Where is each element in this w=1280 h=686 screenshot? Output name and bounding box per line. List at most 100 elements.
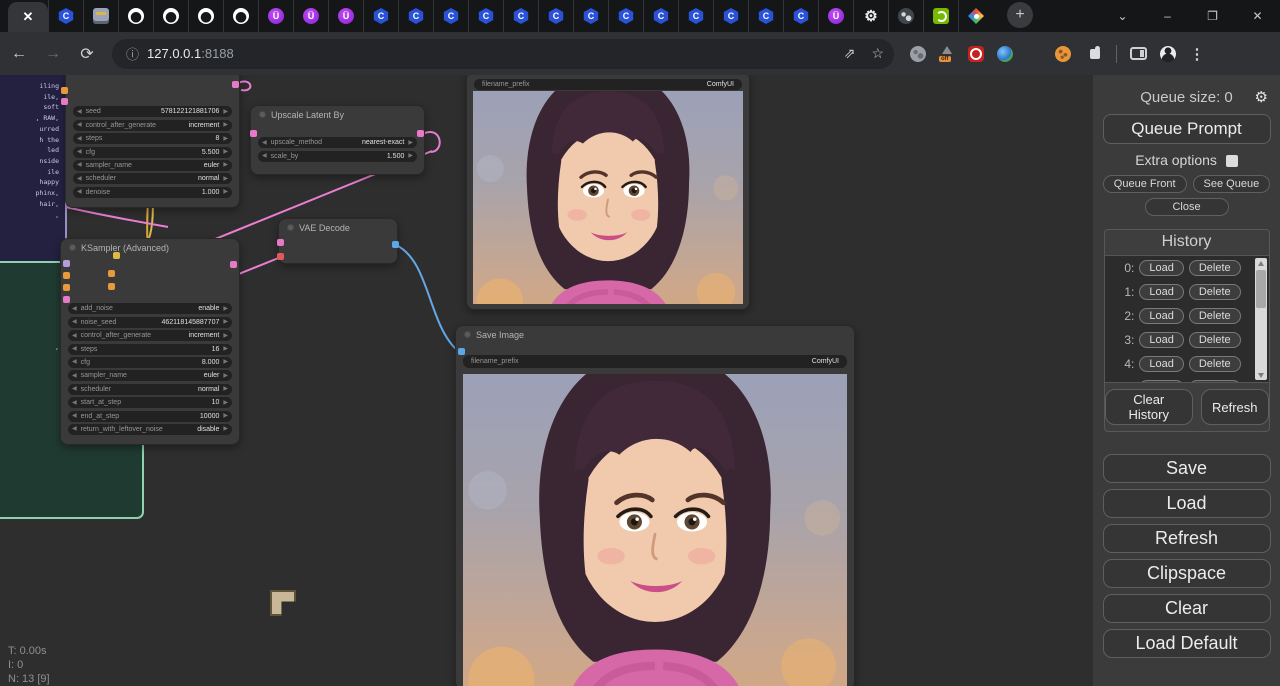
history-load-button[interactable]: Load [1139, 260, 1183, 276]
collapse-dot-icon[interactable] [464, 331, 471, 338]
forward-button[interactable]: → [38, 39, 68, 69]
back-button[interactable]: ← [4, 39, 34, 69]
browser-tab[interactable] [888, 0, 923, 32]
browser-tab[interactable] [223, 0, 258, 32]
decrement-arrow-icon[interactable]: ◀ [72, 346, 77, 352]
node-widget[interactable]: ◀ scheduler normal ▶ [73, 173, 232, 184]
increment-arrow-icon[interactable]: ▶ [223, 149, 228, 155]
browser-menu-icon[interactable]: ⋮ [1189, 46, 1205, 62]
increment-arrow-icon[interactable]: ▶ [223, 306, 228, 312]
browser-tab[interactable] [923, 0, 958, 32]
history-delete-button[interactable]: Delete [1189, 308, 1241, 324]
node-widget[interactable]: ◀ cfg 8.000 ▶ [68, 357, 232, 368]
window-control-button[interactable]: – [1145, 0, 1190, 32]
history-delete-button[interactable]: Delete [1189, 284, 1241, 300]
increment-arrow-icon[interactable]: ▶ [223, 346, 228, 352]
active-tab[interactable]: ✕ [8, 2, 48, 32]
browser-tab[interactable] [958, 0, 993, 32]
window-control-button[interactable]: ⌄ [1100, 0, 1145, 32]
decrement-arrow-icon[interactable]: ◀ [72, 400, 77, 406]
history-delete-button[interactable]: Delete [1189, 356, 1241, 372]
browser-tab[interactable] [818, 0, 853, 32]
collapse-dot-icon[interactable] [259, 111, 266, 118]
decrement-arrow-icon[interactable]: ◀ [72, 386, 77, 392]
node-widget[interactable]: ◀ denoise 1.000 ▶ [73, 187, 232, 198]
socket-negative-in[interactable] [63, 284, 70, 291]
collapse-dot-icon[interactable] [287, 224, 294, 231]
socket-samples-in[interactable] [250, 130, 257, 137]
increment-arrow-icon[interactable]: ▶ [223, 359, 228, 365]
node-widget[interactable]: ◀ steps 8 ▶ [73, 133, 232, 144]
socket-conditioning[interactable] [61, 87, 68, 94]
menu-button[interactable]: Load Default [1103, 629, 1271, 658]
socket-clip[interactable] [113, 252, 120, 259]
socket-latent-out[interactable] [230, 261, 237, 268]
vae-decode-node[interactable]: VAE Decode [278, 218, 398, 264]
socket-latent-out[interactable] [232, 81, 239, 88]
node-widget[interactable]: ◀ noise_seed 462118145887707 ▶ [68, 317, 232, 328]
extensions-puzzle-icon[interactable] [1087, 46, 1103, 62]
decrement-arrow-icon[interactable]: ◀ [72, 333, 77, 339]
history-load-button[interactable]: Load [1139, 284, 1183, 300]
browser-tab[interactable] [748, 0, 783, 32]
browser-tab[interactable] [48, 0, 83, 32]
browser-tab[interactable] [503, 0, 538, 32]
socket-image-out[interactable] [392, 241, 399, 248]
refresh-history-button[interactable]: Refresh [1201, 389, 1269, 425]
menu-button[interactable]: Save [1103, 454, 1271, 483]
extension-icon[interactable] [997, 46, 1013, 62]
collapse-dot-icon[interactable] [69, 244, 76, 251]
menu-button[interactable]: Refresh [1103, 524, 1271, 553]
increment-arrow-icon[interactable]: ▶ [408, 140, 413, 146]
increment-arrow-icon[interactable]: ▶ [223, 109, 228, 115]
browser-tab[interactable] [363, 0, 398, 32]
window-control-button[interactable]: ❐ [1190, 0, 1235, 32]
scroll-up-icon[interactable] [1255, 258, 1267, 268]
increment-arrow-icon[interactable]: ▶ [223, 373, 228, 379]
browser-tab[interactable] [678, 0, 713, 32]
browser-tab[interactable] [643, 0, 678, 32]
close-button[interactable]: Close [1145, 198, 1229, 216]
decrement-arrow-icon[interactable]: ◀ [77, 122, 82, 128]
decrement-arrow-icon[interactable]: ◀ [77, 136, 82, 142]
increment-arrow-icon[interactable]: ▶ [223, 136, 228, 142]
browser-tab[interactable] [783, 0, 818, 32]
increment-arrow-icon[interactable]: ▶ [223, 319, 228, 325]
decrement-arrow-icon[interactable]: ◀ [77, 109, 82, 115]
increment-arrow-icon[interactable]: ▶ [408, 153, 413, 159]
decrement-arrow-icon[interactable]: ◀ [262, 153, 267, 159]
filename-prefix-widget[interactable]: filename_prefix ComfyUI [474, 79, 742, 90]
node-widget[interactable]: ◀ return_with_leftover_noise disable ▶ [68, 424, 232, 435]
increment-arrow-icon[interactable]: ▶ [223, 400, 228, 406]
preview-image-node[interactable]: filename_prefix ComfyUI [466, 75, 750, 310]
extension-icon[interactable] [1026, 46, 1042, 62]
scrollbar-thumb[interactable] [1256, 270, 1266, 308]
queue-front-button[interactable]: Queue Front [1103, 175, 1187, 193]
history-delete-button[interactable]: Delete [1189, 332, 1241, 348]
node-widget[interactable]: ◀ scheduler normal ▶ [68, 384, 232, 395]
history-delete-button[interactable]: Delete [1189, 380, 1241, 383]
browser-tab[interactable] [83, 0, 118, 32]
upscale-latent-node[interactable]: Upscale Latent By ◀ upscale_method neare… [250, 105, 425, 175]
menu-button[interactable]: Clear [1103, 594, 1271, 623]
extension-icon[interactable] [910, 46, 926, 62]
extra-options-checkbox[interactable] [1226, 155, 1238, 167]
decrement-arrow-icon[interactable]: ◀ [77, 149, 82, 155]
share-icon[interactable]: ⇗ [844, 45, 856, 62]
node-widget[interactable]: ◀ scale_by 1.500 ▶ [258, 151, 417, 162]
socket-conditioning-out[interactable] [108, 283, 115, 290]
positive-prompt-text[interactable]: ilingile,soft, RAW,urredh thelednsideile… [0, 75, 65, 220]
filename-prefix-widget[interactable]: filename_prefix ComfyUI [463, 355, 847, 368]
node-widget[interactable]: ◀ steps 16 ▶ [68, 344, 232, 355]
socket-latent-in[interactable] [63, 296, 70, 303]
socket-vae-in[interactable] [277, 253, 284, 260]
settings-gear-icon[interactable]: ⚙ [1255, 88, 1268, 106]
increment-arrow-icon[interactable]: ▶ [223, 426, 228, 432]
node-widget[interactable]: ◀ start_at_step 10 ▶ [68, 397, 232, 408]
clear-history-button[interactable]: Clear History [1105, 389, 1193, 425]
node-widget[interactable]: ◀ sampler_name euler ▶ [68, 370, 232, 381]
increment-arrow-icon[interactable]: ▶ [223, 386, 228, 392]
history-scrollbar[interactable] [1255, 258, 1267, 380]
node-graph-canvas[interactable]: ilingile,soft, RAW,urredh thelednsideile… [0, 75, 1280, 686]
extension-icon[interactable] [1055, 46, 1071, 62]
